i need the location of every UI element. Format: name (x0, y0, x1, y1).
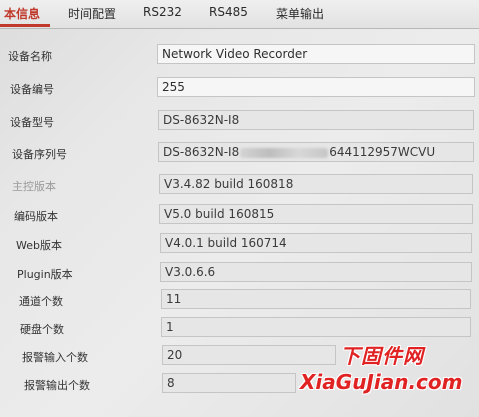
active-tab-indicator (0, 24, 50, 27)
device-name-input[interactable]: Network Video Recorder (157, 44, 475, 64)
disks-label: 硬盘个数 (20, 323, 64, 336)
encode-version-label: 编码版本 (14, 210, 58, 223)
alarm-input-label: 报警输入个数 (22, 351, 88, 364)
channels-label: 通道个数 (19, 295, 63, 308)
channels-field: 11 (161, 289, 471, 309)
web-version-label: Web版本 (16, 239, 62, 252)
tab-rs485[interactable]: RS485 (209, 5, 248, 19)
alarm-input-field: 20 (162, 345, 336, 365)
device-model-field: DS-8632N-I8 (158, 110, 474, 130)
watermark-chinese: 下固件网 (340, 344, 424, 368)
device-model-label: 设备型号 (10, 116, 54, 129)
alarm-output-field: 8 (162, 373, 296, 393)
plugin-version-field: V3.0.6.6 (160, 262, 472, 282)
tab-bar: 本信息 时间配置 RS232 RS485 菜单输出 (0, 0, 479, 29)
tab-menu-output[interactable]: 菜单输出 (276, 5, 324, 22)
alarm-output-label: 报警输出个数 (24, 379, 90, 392)
main-version-label: 主控版本 (12, 180, 56, 193)
serial-prefix: DS-8632N-I8 (163, 145, 240, 159)
main-version-field: V3.4.82 build 160818 (159, 174, 473, 194)
device-number-label: 设备编号 (10, 83, 54, 96)
serial-suffix: 644112957WCVU (329, 145, 436, 159)
device-number-input[interactable]: 255 (157, 77, 475, 97)
watermark-english: XiaGuJian.com (300, 370, 463, 394)
device-name-label: 设备名称 (8, 50, 52, 63)
plugin-version-label: Plugin版本 (17, 268, 73, 281)
disks-field: 1 (161, 317, 471, 337)
redacted-block (240, 147, 329, 158)
web-version-field: V4.0.1 build 160714 (160, 233, 472, 253)
encode-version-field: V5.0 build 160815 (159, 204, 473, 224)
tab-basic-info[interactable]: 本信息 (4, 5, 40, 22)
tab-time-config[interactable]: 时间配置 (68, 5, 116, 22)
serial-number-field: DS-8632N-I8 644112957WCVU (158, 142, 474, 162)
serial-number-label: 设备序列号 (12, 148, 67, 161)
tab-rs232[interactable]: RS232 (143, 5, 182, 19)
